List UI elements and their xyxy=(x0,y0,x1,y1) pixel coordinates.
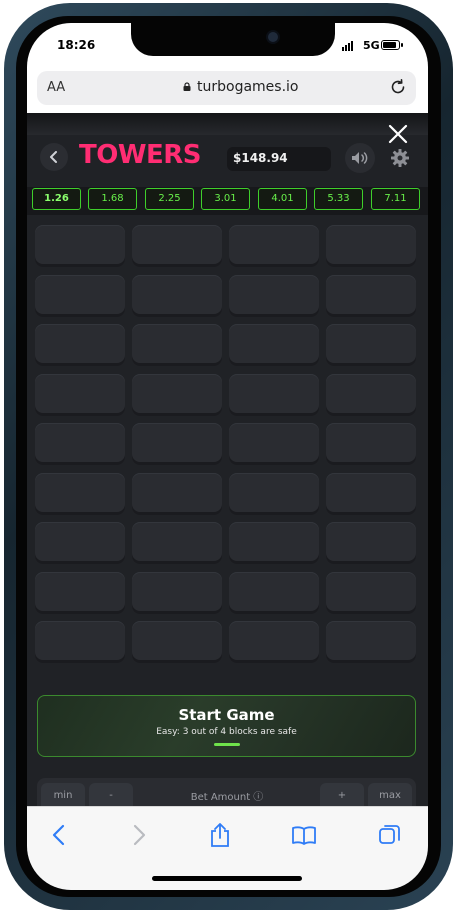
start-game-label: Start Game xyxy=(178,706,275,724)
difficulty-description: Easy: 3 out of 4 blocks are safe xyxy=(156,727,297,737)
multiplier-badge: 3.01 xyxy=(201,188,250,210)
reload-icon[interactable] xyxy=(389,78,407,96)
tower-tile[interactable] xyxy=(229,324,319,366)
tower-tile[interactable] xyxy=(35,423,125,465)
tower-tile[interactable] xyxy=(132,374,222,416)
min-bet-button[interactable]: min xyxy=(41,783,85,806)
tower-tile[interactable] xyxy=(326,522,416,564)
tower-tile[interactable] xyxy=(326,621,416,663)
tower-tile[interactable] xyxy=(132,572,222,614)
status-time: 18:26 xyxy=(57,38,96,52)
tower-tile[interactable] xyxy=(35,473,125,515)
gear-icon xyxy=(391,149,409,167)
tower-tile[interactable] xyxy=(326,423,416,465)
tower-tile[interactable] xyxy=(132,423,222,465)
back-chevron-icon xyxy=(50,151,57,163)
tower-tile[interactable] xyxy=(132,324,222,366)
tower-tile[interactable] xyxy=(35,225,125,267)
tower-tile[interactable] xyxy=(132,225,222,267)
tabs-icon[interactable] xyxy=(377,822,403,848)
game-top-strip xyxy=(27,113,428,135)
back-icon[interactable] xyxy=(47,822,73,848)
multiplier-badge: 2.25 xyxy=(145,188,194,210)
share-icon[interactable] xyxy=(207,822,233,848)
increase-bet-button[interactable]: + xyxy=(320,783,364,806)
tower-tile[interactable] xyxy=(229,522,319,564)
multiplier-badge: 7.11 xyxy=(371,188,420,210)
multiplier-badge: 1.26 xyxy=(32,188,81,210)
home-indicator xyxy=(152,876,302,881)
battery-icon xyxy=(381,40,403,50)
tower-tile[interactable] xyxy=(132,275,222,317)
sound-icon xyxy=(352,152,368,164)
tower-tile[interactable] xyxy=(229,473,319,515)
decrease-bet-button[interactable]: - xyxy=(89,783,133,806)
start-game-button[interactable]: Start Game Easy: 3 out of 4 blocks are s… xyxy=(37,695,416,757)
tower-tile[interactable] xyxy=(229,225,319,267)
tower-tile[interactable] xyxy=(326,374,416,416)
tower-tile[interactable] xyxy=(132,621,222,663)
game-title: TOWERS xyxy=(79,140,202,170)
game-header: TOWERS $148.94 xyxy=(27,135,428,183)
tower-tile[interactable] xyxy=(132,522,222,564)
forward-icon[interactable] xyxy=(125,822,151,848)
signal-icon xyxy=(342,41,353,51)
lock-icon xyxy=(183,82,191,91)
network-label: 5G xyxy=(363,39,380,52)
tower-tile[interactable] xyxy=(229,621,319,663)
bet-amount-label: Bet Amount ⓘ xyxy=(190,792,264,803)
multiplier-badge: 4.01 xyxy=(258,188,307,210)
bet-panel: min - Bet Amount ⓘ + max xyxy=(37,778,416,806)
multiplier-badge: 5.33 xyxy=(314,188,363,210)
max-bet-button[interactable]: max xyxy=(368,783,412,806)
tower-tile[interactable] xyxy=(229,572,319,614)
tower-tile[interactable] xyxy=(35,522,125,564)
balance-display: $148.94 xyxy=(227,147,331,171)
tower-tile[interactable] xyxy=(229,374,319,416)
tower-tile[interactable] xyxy=(35,572,125,614)
tower-tile[interactable] xyxy=(326,324,416,366)
multiplier-badge: 1.68 xyxy=(88,188,137,210)
settings-button[interactable] xyxy=(387,145,413,171)
start-indicator-bar xyxy=(214,743,240,746)
multiplier-row: 1.26 1.68 2.25 3.01 4.01 5.33 7.11 xyxy=(27,187,428,215)
text-size-button[interactable]: AA xyxy=(47,80,65,95)
phone-screen: 18:26 5G AA turbogames.io TOWERS $148.94 xyxy=(27,23,428,890)
address-bar[interactable]: AA turbogames.io xyxy=(37,71,416,105)
game-area: TOWERS $148.94 1.26 1.68 2.25 3.01 4.01 … xyxy=(27,113,428,806)
bookmarks-icon[interactable] xyxy=(291,822,317,848)
sound-button[interactable] xyxy=(345,143,375,173)
browser-address-area: AA turbogames.io xyxy=(27,71,428,113)
url-text[interactable]: turbogames.io xyxy=(197,79,299,95)
tower-tile[interactable] xyxy=(326,275,416,317)
browser-toolbar xyxy=(27,806,428,890)
tower-tile[interactable] xyxy=(35,324,125,366)
back-button[interactable] xyxy=(40,143,68,171)
tower-tile[interactable] xyxy=(229,275,319,317)
tower-tile[interactable] xyxy=(35,374,125,416)
tower-tile[interactable] xyxy=(35,275,125,317)
balance-value: $148.94 xyxy=(233,151,288,165)
tower-tile[interactable] xyxy=(229,423,319,465)
tower-tile[interactable] xyxy=(132,473,222,515)
tower-tile[interactable] xyxy=(326,225,416,267)
tower-tile[interactable] xyxy=(35,621,125,663)
tower-grid xyxy=(35,225,420,665)
notch xyxy=(131,23,335,56)
front-camera xyxy=(266,30,280,44)
tower-tile[interactable] xyxy=(326,572,416,614)
tower-tile[interactable] xyxy=(326,473,416,515)
